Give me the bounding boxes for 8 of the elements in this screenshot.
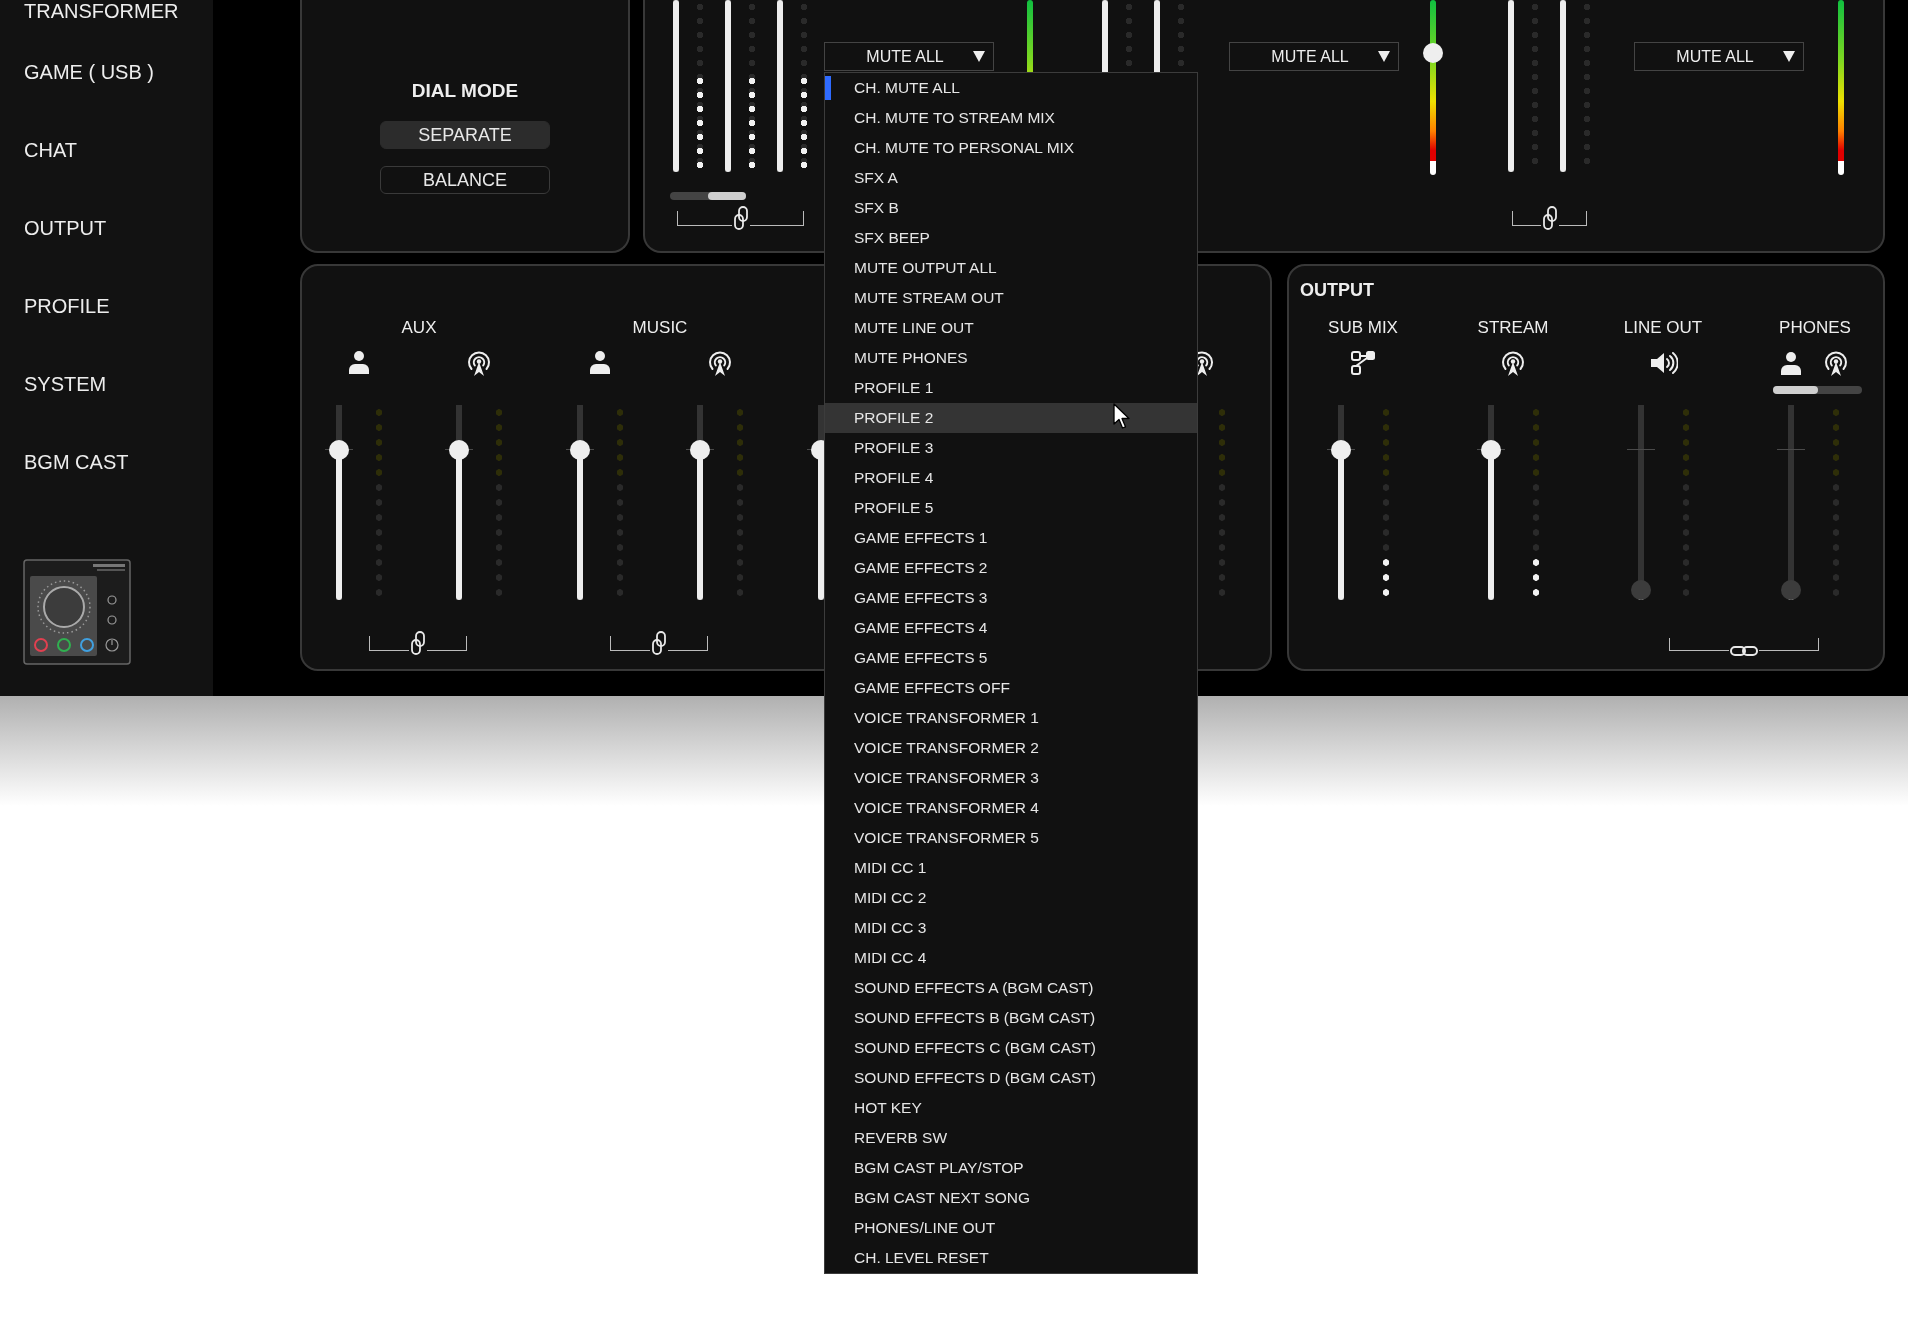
- channel-label: MUSIC: [631, 317, 689, 339]
- channel-label: LINE OUT: [1622, 317, 1704, 339]
- channel-label: SUB MIX: [1327, 317, 1399, 339]
- panel-title: OUTPUT: [1300, 279, 1375, 301]
- channel-label: AUX: [400, 317, 438, 339]
- channel-label: PHONES: [1778, 317, 1852, 339]
- channel-label: STREAM: [1476, 317, 1550, 339]
- panel-title: DIAL MODE: [411, 79, 519, 102]
